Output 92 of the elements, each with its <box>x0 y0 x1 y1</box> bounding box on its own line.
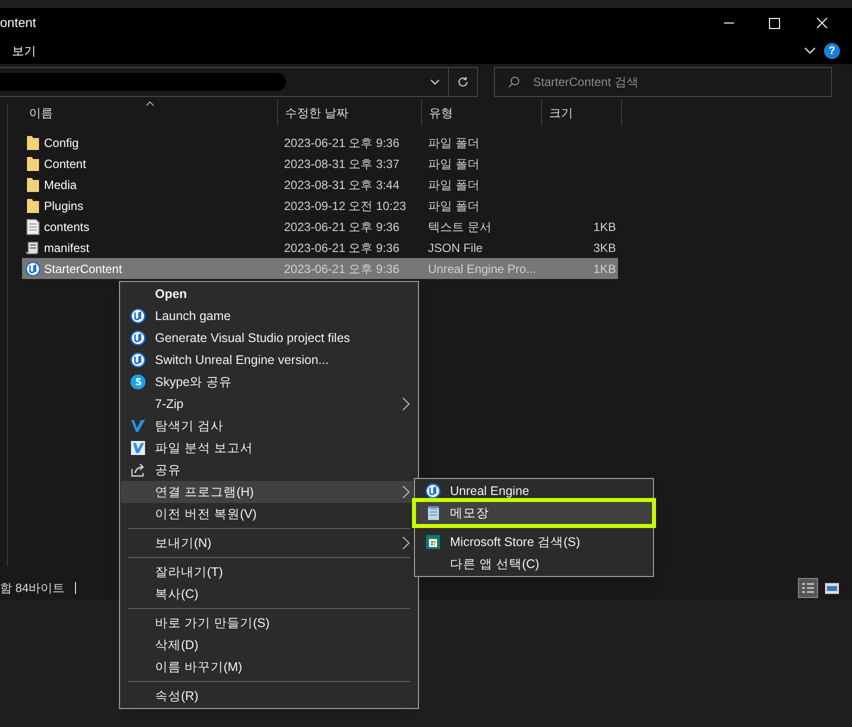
unreal-logo-icon <box>425 483 441 499</box>
file-name: contents <box>44 218 90 236</box>
ribbon-tab[interactable]: 보기 <box>12 42 804 60</box>
store-bag-icon <box>425 534 441 550</box>
file-date: 2023-06-21 오후 9:36 <box>284 134 400 152</box>
folder-icon <box>26 156 40 172</box>
file-row[interactable]: StarterContent 2023-06-21 오후 9:36 Unreal Engine Pro... 1KB <box>22 258 618 279</box>
close-icon[interactable] <box>816 17 828 29</box>
file-size: 1KB <box>593 260 616 278</box>
file-type: 파일 폴더 <box>428 134 480 152</box>
refresh-icon[interactable] <box>457 76 469 88</box>
menu-item[interactable]: Microsoft Store 검색(S) <box>416 531 652 553</box>
column-label: 이름 <box>29 105 53 122</box>
menu-item[interactable]: 파일 분석 보고서 <box>121 437 417 459</box>
chevron-right-icon <box>402 397 410 411</box>
file-type: 파일 폴더 <box>428 156 480 172</box>
chevron-right-icon <box>402 536 410 550</box>
column-label: 유형 <box>429 105 453 122</box>
menu-item[interactable]: Open <box>121 283 417 305</box>
file-size: 3KB <box>593 240 616 256</box>
file-row[interactable]: manifest 2023-06-21 오후 9:36 JSON File 3KB <box>22 237 618 258</box>
file-name: Media <box>44 176 78 194</box>
file-type: 파일 폴더 <box>428 198 480 214</box>
file-date: 2023-06-21 오후 9:36 <box>284 260 400 278</box>
window-title: ontent <box>0 14 38 32</box>
search-field[interactable]: StarterContent 검색 <box>494 67 832 97</box>
unreal-logo-icon <box>25 260 41 276</box>
menu-item[interactable]: Skype와 공유 <box>121 371 417 393</box>
menu-item[interactable]: 다른 앱 선택(C) <box>416 553 652 575</box>
list-icon <box>801 582 815 594</box>
file-type: Unreal Engine Pro... <box>428 260 538 278</box>
column-header[interactable]: 이름 <box>22 100 278 126</box>
file-name: Plugins <box>44 198 84 214</box>
file-row[interactable]: Config 2023-06-21 오후 9:36 파일 폴더 <box>22 132 618 153</box>
file-type: 파일 폴더 <box>428 176 480 194</box>
column-header[interactable]: 크기 <box>542 100 622 126</box>
document-icon <box>26 218 40 234</box>
image-icon <box>825 582 839 594</box>
menu-item[interactable]: 공유 <box>121 459 417 481</box>
file-date: 2023-06-21 오후 9:36 <box>284 218 400 236</box>
menu-item[interactable]: Generate Visual Studio project files <box>121 327 417 349</box>
maximize-icon[interactable] <box>769 18 780 28</box>
help-button[interactable]: ? <box>824 43 840 59</box>
script-icon <box>25 240 41 256</box>
menu-item[interactable]: 메모장 <box>412 498 656 528</box>
menu-item[interactable]: 바로 가기 만들기(S) <box>121 612 417 634</box>
search-icon <box>508 76 520 88</box>
file-name: Content <box>44 156 88 172</box>
menu-item[interactable]: 속성(R) <box>121 685 417 707</box>
chevron-down-icon[interactable] <box>430 79 440 85</box>
folder-icon <box>26 198 40 214</box>
unreal-logo-icon <box>130 308 146 324</box>
sort-caret-icon <box>145 101 154 106</box>
file-row[interactable]: contents 2023-06-21 오후 9:36 텍스트 문서 1KB <box>22 216 618 237</box>
share-icon <box>130 462 146 478</box>
column-header[interactable]: 수정한 날짜 <box>278 100 422 126</box>
file-row[interactable]: Plugins 2023-09-12 오전 10:23 파일 폴더 <box>22 195 618 216</box>
unreal-logo-icon <box>130 330 146 346</box>
file-row[interactable]: Media 2023-08-31 오후 3:44 파일 폴더 <box>22 174 618 195</box>
notepad-icon <box>425 505 441 521</box>
file-date: 2023-08-31 오후 3:37 <box>284 156 400 172</box>
menu-item[interactable]: 잘라내기(T) <box>121 561 417 583</box>
menu-item[interactable]: 보내기(N) <box>121 532 417 554</box>
unreal-logo-icon <box>130 352 146 368</box>
column-label: 수정한 날짜 <box>285 105 348 122</box>
file-name: StarterContent <box>44 260 124 278</box>
file-date: 2023-08-31 오후 3:44 <box>284 176 400 194</box>
chevron-down-icon[interactable] <box>804 47 816 55</box>
file-name: manifest <box>44 240 90 256</box>
menu-item[interactable]: 7-Zip <box>121 393 417 415</box>
column-header[interactable]: 유형 <box>422 100 542 126</box>
file-name: Config <box>44 134 80 152</box>
menu-item[interactable]: 복사(C) <box>121 583 417 605</box>
menu-item[interactable]: 삭제(D) <box>121 634 417 656</box>
file-date: 2023-09-12 오전 10:23 <box>284 198 408 214</box>
file-size: 1KB <box>593 218 616 236</box>
menu-item[interactable]: 탐색기 검사 <box>121 415 417 437</box>
file-row[interactable]: Content 2023-08-31 오후 3:37 파일 폴더 <box>22 153 618 174</box>
file-type: JSON File <box>428 240 484 256</box>
file-date: 2023-06-21 오후 9:36 <box>284 240 400 256</box>
file-type: 텍스트 문서 <box>428 218 492 236</box>
folder-icon <box>26 176 40 192</box>
column-label: 크기 <box>549 105 573 122</box>
menu-item[interactable]: 연결 프로그램(H) <box>121 481 417 503</box>
menu-item[interactable]: 이름 바꾸기(M) <box>121 656 417 678</box>
menu-item[interactable]: Switch Unreal Engine version... <box>121 349 417 371</box>
details-view-button[interactable] <box>798 578 818 598</box>
menu-item[interactable]: Launch game <box>121 305 417 327</box>
skype-logo-icon <box>130 374 146 390</box>
status-text: 함 84바이트 <box>0 580 65 597</box>
chevron-right-icon <box>402 485 410 499</box>
folder-icon <box>26 134 40 150</box>
